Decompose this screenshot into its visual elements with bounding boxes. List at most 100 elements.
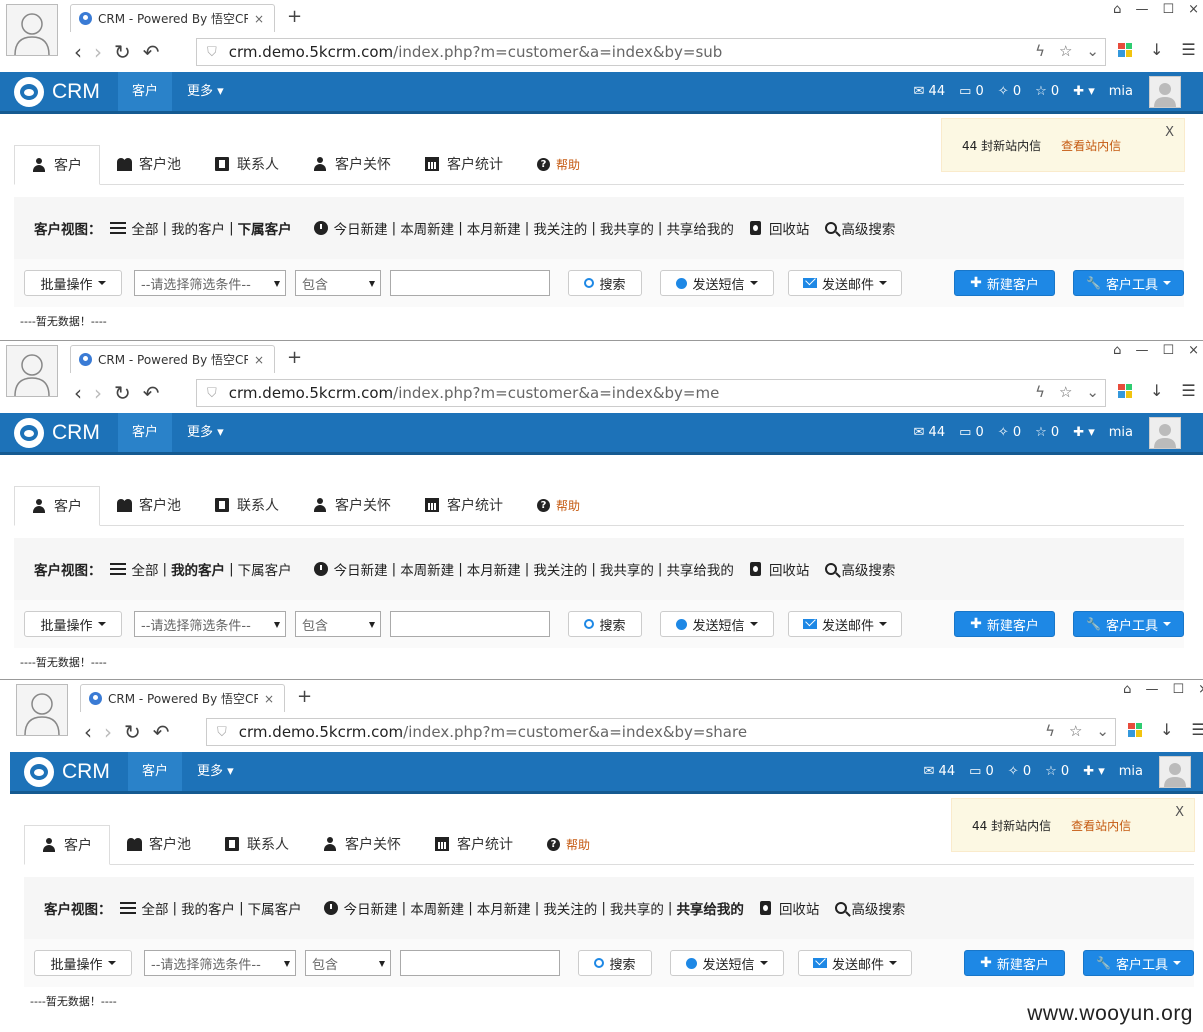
- tasks-indicator[interactable]: ▭ 0: [969, 752, 994, 791]
- tab-close-icon[interactable]: ×: [264, 692, 274, 706]
- skin-icon[interactable]: ⌂: [1113, 2, 1121, 17]
- tab-customer-care[interactable]: 客户关怀: [306, 824, 418, 864]
- close-window-icon[interactable]: ×: [1188, 2, 1199, 17]
- tab-help[interactable]: ? 帮助: [520, 144, 597, 184]
- chevron-down-icon[interactable]: ⌄: [1086, 383, 1099, 401]
- menu-icon[interactable]: ☰: [1181, 381, 1195, 400]
- nav-customer[interactable]: 客户: [118, 72, 172, 111]
- tab-customer-pool[interactable]: 客户池: [100, 485, 198, 525]
- forward-icon[interactable]: ›: [94, 40, 102, 64]
- favorites-indicator[interactable]: ☆ 0: [1035, 72, 1059, 111]
- lightning-icon[interactable]: ϟ: [1035, 42, 1045, 60]
- condition-select[interactable]: 包含: [305, 950, 391, 976]
- view-month[interactable]: 本月新建: [477, 898, 531, 918]
- search-button[interactable]: 搜索: [568, 611, 642, 637]
- tab-help[interactable]: ? 帮助: [520, 485, 597, 525]
- user-avatar[interactable]: [1159, 756, 1191, 788]
- view-followed[interactable]: 我关注的: [533, 559, 587, 579]
- filter-select[interactable]: --请选择筛选条件--: [134, 270, 286, 296]
- view-recycle[interactable]: 回收站: [779, 898, 820, 918]
- download-icon[interactable]: ↓: [1150, 40, 1163, 59]
- lightning-icon[interactable]: ϟ: [1035, 383, 1045, 401]
- crm-logo[interactable]: CRM: [14, 77, 100, 107]
- tab-contacts[interactable]: 联系人: [198, 485, 296, 525]
- crm-logo[interactable]: CRM: [24, 757, 110, 787]
- customer-tools-button[interactable]: 🔧 客户工具: [1083, 950, 1194, 976]
- view-followed[interactable]: 我关注的: [533, 218, 587, 238]
- send-email-button[interactable]: 发送邮件: [788, 270, 902, 296]
- nav-more[interactable]: 更多 ▾: [183, 752, 248, 791]
- apps-icon[interactable]: [1128, 722, 1142, 737]
- view-today[interactable]: 今日新建: [334, 559, 388, 579]
- add-menu[interactable]: ✚ ▾: [1083, 752, 1105, 791]
- tab-contacts[interactable]: 联系人: [198, 144, 296, 184]
- reload-icon[interactable]: ↻: [114, 40, 131, 64]
- filter-select[interactable]: --请选择筛选条件--: [144, 950, 296, 976]
- tab-close-icon[interactable]: ×: [254, 353, 264, 367]
- events-indicator[interactable]: ✧ 0: [998, 72, 1021, 111]
- close-window-icon[interactable]: ×: [1198, 682, 1203, 697]
- tab-customer[interactable]: 客户: [14, 145, 100, 185]
- view-shared-to-me[interactable]: 共享给我的: [666, 559, 734, 579]
- view-week[interactable]: 本周新建: [400, 218, 454, 238]
- view-week[interactable]: 本周新建: [410, 898, 464, 918]
- advanced-search[interactable]: 高级搜索: [851, 898, 905, 918]
- tab-customer-care[interactable]: 客户关怀: [296, 485, 408, 525]
- reload-icon[interactable]: ↻: [124, 720, 141, 744]
- reload-icon[interactable]: ↻: [114, 381, 131, 405]
- view-mine[interactable]: 我的客户: [171, 218, 225, 238]
- new-tab-button[interactable]: +: [287, 347, 302, 368]
- view-today[interactable]: 今日新建: [344, 898, 398, 918]
- send-sms-button[interactable]: 发送短信: [660, 270, 774, 296]
- search-input[interactable]: [390, 270, 550, 296]
- view-month[interactable]: 本月新建: [467, 559, 521, 579]
- tasks-indicator[interactable]: ▭ 0: [959, 413, 984, 452]
- minimize-icon[interactable]: —: [1135, 343, 1148, 358]
- nav-more[interactable]: 更多 ▾: [173, 72, 238, 111]
- view-shared-to-me[interactable]: 共享给我的: [676, 898, 744, 918]
- back-icon[interactable]: ‹: [84, 720, 92, 744]
- close-window-icon[interactable]: ×: [1188, 343, 1199, 358]
- view-week[interactable]: 本周新建: [400, 559, 454, 579]
- user-avatar[interactable]: [1149, 76, 1181, 108]
- tab-close-icon[interactable]: ×: [254, 12, 264, 26]
- notification-close-icon[interactable]: X: [1165, 125, 1174, 140]
- tab-customer-pool[interactable]: 客户池: [110, 824, 208, 864]
- forward-icon[interactable]: ›: [104, 720, 112, 744]
- forward-icon[interactable]: ›: [94, 381, 102, 405]
- send-sms-button[interactable]: 发送短信: [670, 950, 784, 976]
- download-icon[interactable]: ↓: [1160, 720, 1173, 739]
- lightning-icon[interactable]: ϟ: [1045, 722, 1055, 740]
- maximize-icon[interactable]: ☐: [1172, 682, 1184, 697]
- browser-tab[interactable]: CRM - Powered By 悟空CR ×: [70, 345, 275, 373]
- menu-icon[interactable]: ☰: [1191, 720, 1203, 739]
- undo-icon[interactable]: ↶: [143, 40, 160, 64]
- view-mine[interactable]: 我的客户: [181, 898, 235, 918]
- view-sub[interactable]: 下属客户: [238, 218, 292, 238]
- minimize-icon[interactable]: —: [1145, 682, 1158, 697]
- condition-select[interactable]: 包含: [295, 270, 381, 296]
- send-email-button[interactable]: 发送邮件: [788, 611, 902, 637]
- search-input[interactable]: [400, 950, 560, 976]
- skin-icon[interactable]: ⌂: [1123, 682, 1131, 697]
- favorites-indicator[interactable]: ☆ 0: [1045, 752, 1069, 791]
- customer-tools-button[interactable]: 🔧 客户工具: [1073, 611, 1184, 637]
- nav-more[interactable]: 更多 ▾: [173, 413, 238, 452]
- user-name[interactable]: mia: [1109, 72, 1133, 111]
- tab-contacts[interactable]: 联系人: [208, 824, 306, 864]
- chevron-down-icon[interactable]: ⌄: [1096, 722, 1109, 740]
- messages-indicator[interactable]: ✉ 44: [914, 72, 946, 111]
- notification-close-icon[interactable]: X: [1175, 805, 1184, 820]
- customer-tools-button[interactable]: 🔧 客户工具: [1073, 270, 1184, 296]
- view-recycle[interactable]: 回收站: [769, 559, 810, 579]
- send-email-button[interactable]: 发送邮件: [798, 950, 912, 976]
- search-button[interactable]: 搜索: [568, 270, 642, 296]
- skin-icon[interactable]: ⌂: [1113, 343, 1121, 358]
- tab-customer[interactable]: 客户: [14, 486, 100, 526]
- tab-customer-stats[interactable]: 客户统计: [418, 824, 530, 864]
- back-icon[interactable]: ‹: [74, 40, 82, 64]
- new-tab-button[interactable]: +: [287, 6, 302, 27]
- tab-customer[interactable]: 客户: [24, 825, 110, 865]
- messages-indicator[interactable]: ✉ 44: [914, 413, 946, 452]
- address-bar[interactable]: ⛉ crm.demo.5kcrm.com/index.php?m=custome…: [196, 38, 1106, 66]
